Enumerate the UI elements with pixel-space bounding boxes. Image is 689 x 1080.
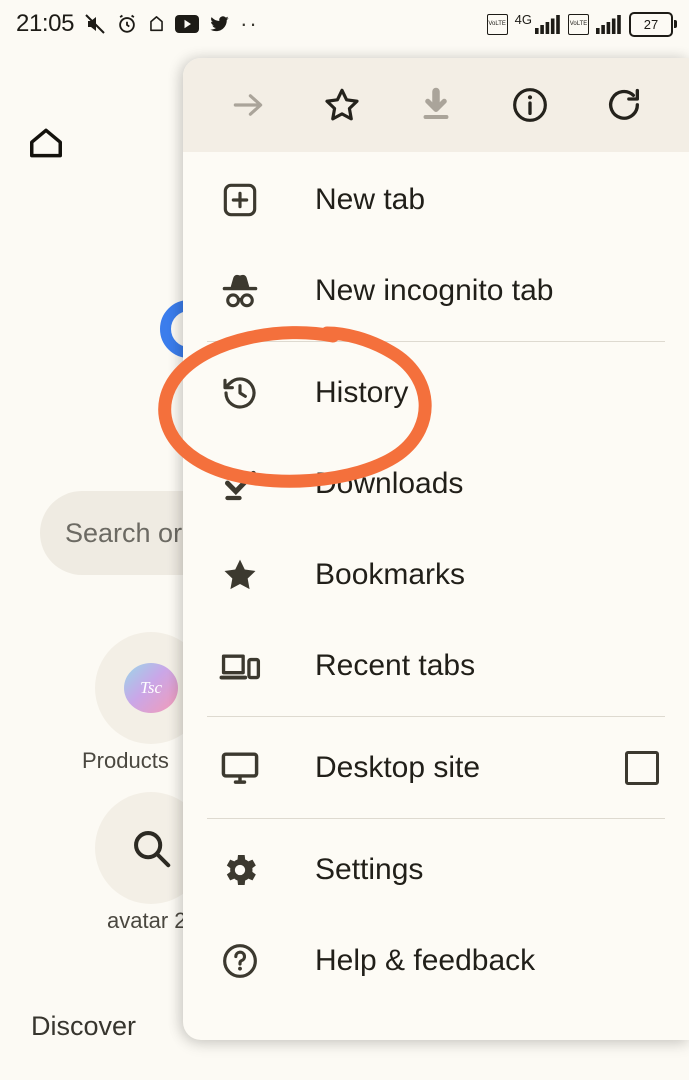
shortcut-label-products: Products [82,748,169,773]
desktop-site-checkbox[interactable] [625,750,659,785]
menu-item-label: Downloads [315,466,464,500]
downloads-icon [217,464,263,504]
twitter-icon [208,14,231,34]
mute-icon [83,12,107,36]
menu-item-label: History [315,375,409,409]
menu-item-bookmarks[interactable]: Bookmarks [183,529,689,620]
menu-item-new-incognito-tab[interactable]: New incognito tab [183,245,689,336]
recent-tabs-icon [217,648,263,684]
shield-home-icon [147,13,166,35]
tsc-logo-icon: Tsc [124,663,178,713]
signal-bars-icon-1 [535,14,561,34]
menu-item-list: New tab New incognito tab History Downlo… [183,152,689,1006]
reload-icon[interactable] [596,77,652,133]
page-info-icon[interactable] [502,77,558,133]
menu-toolbar [183,58,689,152]
incognito-icon [217,272,263,310]
volte-icon-1: VoLTE [486,13,508,35]
menu-divider [207,716,665,717]
shortcut-label-avatar: avatar 2 [107,908,187,933]
status-bar-clock: 21:05 [16,10,75,37]
signal-bars-icon-2 [596,14,622,34]
volte-icon-2: VoLTE [568,13,589,35]
search-placeholder-text: Search or [65,517,183,548]
status-bar: 21:05 ·· VoLTE 4G VoLTE 27 [0,0,689,48]
menu-item-label: New incognito tab [315,273,554,307]
home-icon[interactable] [25,124,67,167]
desktop-site-icon [217,749,263,787]
menu-item-recent-tabs[interactable]: Recent tabs [183,620,689,711]
youtube-icon [175,15,200,33]
menu-item-label: Recent tabs [315,648,476,682]
menu-item-desktop-site[interactable]: Desktop site [183,722,689,813]
alarm-icon [116,13,138,35]
battery-percent-label: 27 [643,16,659,32]
menu-divider [207,341,665,342]
download-icon[interactable] [408,77,464,133]
discover-heading: Discover [31,1011,137,1041]
menu-item-history[interactable]: History [183,347,689,438]
bookmarks-star-icon [217,555,263,595]
volte-label-1: VoLTE [488,21,506,27]
new-tab-icon [217,180,263,220]
gear-icon [217,850,263,890]
network-type-label: 4G [514,11,532,27]
tsc-logo-text: Tsc [139,678,163,697]
volte-label-2: VoLTE [569,21,588,27]
more-dots-icon: ·· [240,11,259,36]
menu-item-help-feedback[interactable]: Help & feedback [183,915,689,1006]
battery-indicator: 27 [629,11,677,37]
forward-arrow-icon[interactable] [220,77,276,133]
menu-item-label: New tab [315,182,426,216]
menu-item-label: Desktop site [315,750,481,784]
search-icon [134,831,171,868]
menu-item-label: Bookmarks [315,557,466,591]
menu-item-new-tab[interactable]: New tab [183,154,689,245]
help-circle-icon [217,941,263,981]
menu-item-label: Settings [315,852,424,886]
menu-item-downloads[interactable]: Downloads [183,438,689,529]
menu-divider [207,818,665,819]
star-outline-icon[interactable] [314,77,370,133]
history-icon [217,373,263,413]
menu-item-settings[interactable]: Settings [183,824,689,915]
menu-item-label: Help & feedback [315,943,536,977]
browser-overflow-menu: New tab New incognito tab History Downlo… [183,58,689,1040]
phone-screenshot: Search or Tsc $ Products avatar 2 Discov… [0,0,689,1080]
